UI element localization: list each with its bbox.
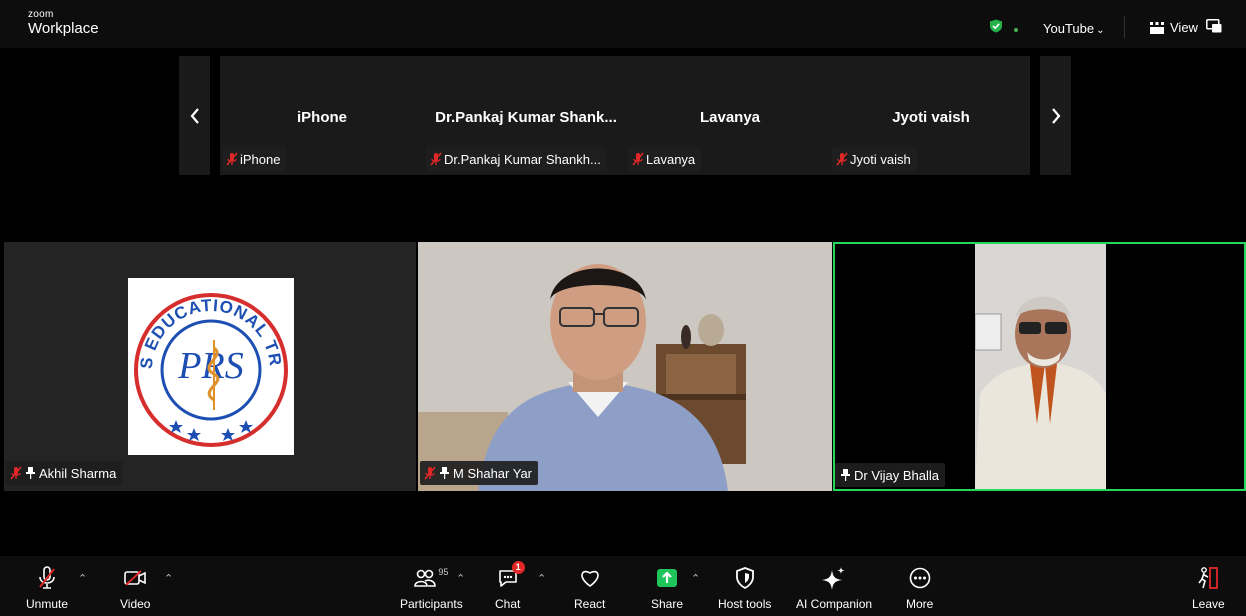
participants-button[interactable]: 95 Participants (400, 556, 463, 616)
sparkle-icon (822, 567, 845, 590)
react-button[interactable]: React (574, 556, 605, 616)
participants-icon (414, 569, 437, 587)
meeting-toolbar: Unmute ⌃ Video ⌃ 95 Participants ⌃ 1 Cha… (0, 556, 1246, 616)
participant-name-tag: M Shahar Yar (420, 461, 539, 485)
participant-name: M Shahar Yar (453, 465, 533, 481)
ai-companion-label: AI Companion (796, 597, 873, 611)
host-tools-button[interactable]: Host tools (718, 556, 771, 616)
more-options-icon (909, 567, 930, 589)
previous-page-button[interactable] (179, 56, 210, 175)
participant-display-name: Jyoti vaish (892, 109, 970, 126)
share-options-caret[interactable]: ⌃ (691, 572, 700, 585)
chevron-right-icon (1051, 107, 1060, 124)
share-label: Share (651, 597, 684, 611)
video-options-caret[interactable]: ⌃ (164, 572, 173, 585)
video-tile-akhil-sharma[interactable]: P.R.S EDUCATIONAL TRUST PRS Akhil Sharma (4, 242, 416, 491)
participant-video-feed (418, 242, 832, 491)
heart-icon (580, 570, 599, 587)
shield-icon (735, 567, 754, 589)
react-label: React (574, 597, 606, 611)
unmute-button[interactable]: Unmute (26, 556, 68, 616)
mic-muted-icon (226, 152, 238, 166)
video-button[interactable]: Video (120, 556, 150, 616)
chevron-down-icon: ⌄ (1096, 25, 1105, 36)
video-tile-dr-vijay-bhalla[interactable]: Dr Vijay Bhalla (833, 242, 1246, 491)
connection-indicator-icon (1014, 28, 1018, 32)
brand-big: Workplace (28, 20, 99, 37)
leave-door-icon (1198, 567, 1219, 589)
leave-label: Leave (1192, 597, 1225, 611)
more-label: More (906, 597, 934, 611)
next-page-button[interactable] (1040, 56, 1071, 175)
video-label: Video (120, 597, 151, 611)
video-tile-m-shahar-yar[interactable]: M Shahar Yar (418, 242, 832, 491)
mic-muted-icon (836, 152, 848, 166)
chat-options-caret[interactable]: ⌃ (537, 572, 546, 585)
participant-name-tag: Jyoti vaish (832, 147, 917, 171)
unmute-label: Unmute (26, 597, 69, 611)
participant-tag-label: Jyoti vaish (850, 151, 911, 167)
zoom-workplace-logo: zoom Workplace (28, 9, 99, 37)
participant-video-feed (975, 244, 1106, 489)
participant-tag-label: iPhone (240, 151, 281, 167)
host-tools-label: Host tools (718, 597, 772, 611)
share-source-menu[interactable]: YouTube ⌄ (1043, 21, 1104, 36)
leave-button[interactable]: Leave (1192, 556, 1225, 616)
view-grid-icon (1150, 21, 1164, 34)
toolbar-divider (1124, 16, 1125, 38)
encryption-shield-icon[interactable] (989, 19, 1003, 33)
participants-label: Participants (400, 597, 463, 611)
ai-companion-button[interactable]: AI Companion (796, 556, 872, 616)
chat-label: Chat (495, 597, 521, 611)
participant-name-tag: Dr Vijay Bhalla (835, 463, 946, 487)
gallery-tile[interactable]: Jyoti vaish Jyoti vaish (832, 56, 1030, 175)
mic-muted-icon (10, 466, 22, 480)
chevron-left-icon (190, 107, 199, 124)
view-button[interactable]: View (1150, 20, 1198, 35)
participant-tag-label: Lavanya (646, 151, 696, 167)
participant-name-tag: Dr.Pankaj Kumar Shankh... (426, 147, 607, 171)
mic-muted-icon (632, 152, 644, 166)
participant-name-tag: iPhone (222, 147, 287, 171)
mic-muted-icon (430, 152, 442, 166)
view-label: View (1170, 20, 1198, 35)
participant-name-tag: Lavanya (628, 147, 702, 171)
participant-display-name: Dr.Pankaj Kumar Shank... (435, 109, 617, 126)
gallery-tile[interactable]: Lavanya Lavanya (628, 56, 832, 175)
gallery-tile[interactable]: iPhone iPhone (220, 56, 424, 175)
chat-button[interactable]: 1 Chat (495, 556, 525, 616)
share-button[interactable]: Share (651, 556, 683, 616)
picture-in-picture-icon[interactable] (1206, 19, 1222, 33)
pin-icon (440, 467, 449, 479)
participant-count: 95 (438, 567, 449, 577)
pin-icon (26, 467, 35, 479)
share-screen-icon (657, 569, 678, 587)
mic-muted-icon (39, 566, 55, 589)
participant-name: Dr Vijay Bhalla (854, 467, 940, 483)
chat-unread-badge: 1 (511, 561, 525, 574)
prs-educational-trust-logo: P.R.S EDUCATIONAL TRUST PRS (121, 263, 294, 455)
brand-small: zoom (28, 9, 54, 20)
share-source-label: YouTube (1043, 21, 1095, 36)
participants-options-caret[interactable]: ⌃ (456, 572, 465, 585)
participant-display-name: iPhone (296, 109, 347, 126)
participant-name: Akhil Sharma (39, 465, 117, 481)
audio-options-caret[interactable]: ⌃ (78, 572, 87, 585)
mic-muted-icon (424, 466, 436, 480)
top-bar: zoom Workplace YouTube ⌄ View (0, 0, 1246, 48)
more-button[interactable]: More (906, 556, 933, 616)
participant-tag-label: Dr.Pankaj Kumar Shankh... (444, 151, 601, 167)
gallery-tile[interactable]: Dr.Pankaj Kumar Shank... Dr.Pankaj Kumar… (424, 56, 628, 175)
participant-display-name: Lavanya (699, 109, 761, 126)
participant-name-tag: Akhil Sharma (6, 461, 123, 485)
video-off-icon (124, 570, 147, 586)
pin-icon (841, 469, 850, 481)
